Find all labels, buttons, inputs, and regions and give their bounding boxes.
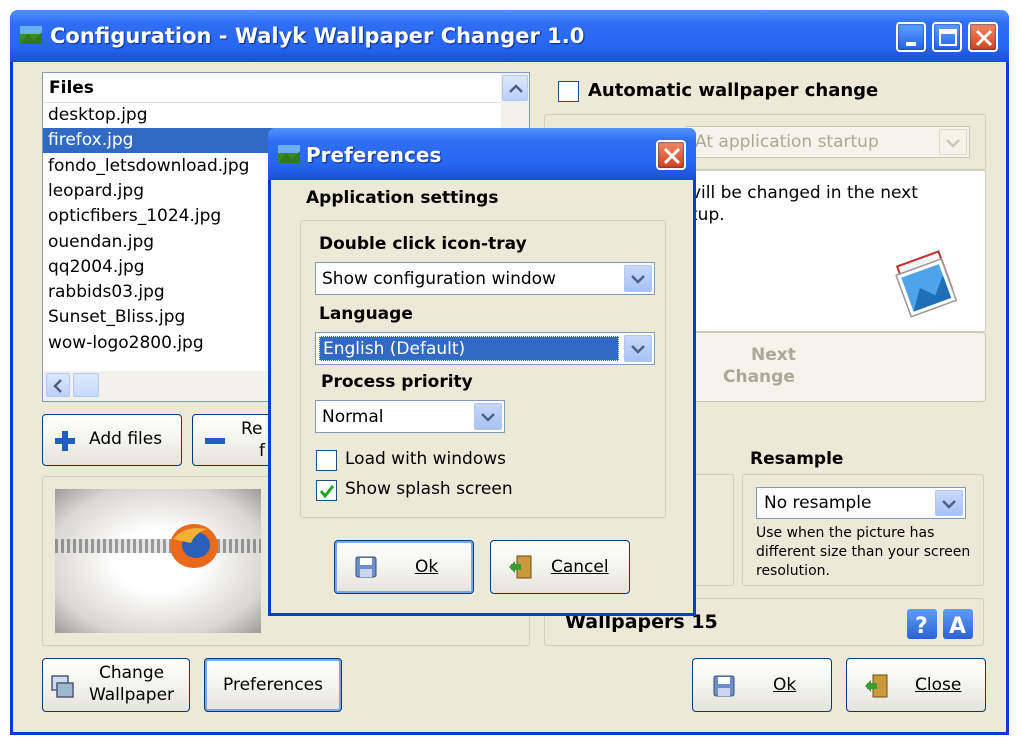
- about-icon: A: [949, 614, 966, 639]
- svg-text:A: A: [949, 614, 966, 639]
- dialog-title: Preferences: [306, 143, 442, 167]
- chevron-down-icon: [939, 129, 967, 155]
- ok-label: Ok: [773, 675, 797, 695]
- priority-label: Process priority: [321, 372, 473, 392]
- close-button[interactable]: Close: [846, 658, 986, 712]
- dialog-cancel-label: Cancel: [551, 557, 609, 577]
- help-icon: ?: [915, 614, 928, 639]
- chevron-left-icon: [53, 379, 62, 393]
- change-wallpaper-button[interactable]: Change Wallpaper: [42, 658, 190, 712]
- next-change-label-line1: Next: [751, 345, 796, 365]
- scroll-thumb[interactable]: [73, 373, 99, 397]
- dialog-ok-label: Ok: [415, 557, 439, 577]
- dialog-cancel-button[interactable]: Cancel: [490, 540, 630, 594]
- add-files-button[interactable]: Add files: [42, 414, 182, 466]
- close-window-button[interactable]: [968, 22, 998, 52]
- double-click-label: Double click icon-tray: [319, 234, 527, 254]
- app-icon: [278, 145, 300, 163]
- language-value: English (Default): [319, 336, 619, 361]
- show-splash-label: Show splash screen: [345, 479, 513, 499]
- change-wallpaper-label-line2: Wallpaper: [89, 685, 175, 705]
- language-label: Language: [319, 304, 413, 324]
- resample-header: Resample: [750, 449, 844, 469]
- svg-text:?: ?: [915, 614, 928, 639]
- chevron-down-icon: [624, 335, 652, 362]
- chevron-down-icon: [935, 490, 963, 516]
- file-list-item[interactable]: desktop.jpg: [43, 103, 503, 128]
- plus-icon: [55, 431, 75, 451]
- photos-icon: [895, 250, 958, 318]
- wallpaper-preview: [55, 489, 261, 633]
- preferences-title-bar[interactable]: Preferences: [268, 128, 696, 180]
- next-change-button[interactable]: Next Change: [686, 332, 986, 402]
- help-button[interactable]: ?: [907, 609, 937, 639]
- window-title: Configuration - Walyk Wallpaper Changer …: [50, 24, 585, 48]
- app-icon: [20, 26, 42, 44]
- door-icon: [865, 674, 888, 698]
- preferences-label: Preferences: [223, 675, 323, 695]
- maximize-icon: [939, 29, 957, 46]
- resample-group: No resample Use when the picture has dif…: [742, 474, 984, 586]
- main-title-bar[interactable]: Configuration - Walyk Wallpaper Changer …: [10, 10, 1009, 62]
- change-wallpaper-icon: [51, 675, 74, 698]
- files-header: Files: [43, 73, 501, 103]
- chevron-down-icon: [474, 403, 502, 430]
- minimize-button[interactable]: [896, 22, 926, 52]
- remove-files-label-line2: f: [259, 441, 265, 461]
- dialog-close-button[interactable]: [656, 140, 686, 170]
- remove-files-label-line1: Re: [241, 419, 263, 439]
- floppy-icon: [355, 556, 377, 578]
- double-click-value: Show configuration window: [322, 269, 556, 289]
- load-with-windows-label: Load with windows: [345, 449, 507, 469]
- close-icon: [663, 147, 681, 165]
- resample-help: Use when the picture has different size …: [756, 525, 971, 579]
- priority-value: Normal: [322, 407, 384, 427]
- chevron-down-icon: [624, 265, 652, 292]
- close-icon: [975, 29, 993, 47]
- ok-button[interactable]: Ok: [692, 658, 832, 712]
- load-with-windows-checkbox[interactable]: [316, 450, 337, 471]
- resample-select[interactable]: No resample: [756, 487, 966, 519]
- resample-value: No resample: [764, 493, 872, 513]
- priority-select[interactable]: Normal: [315, 400, 505, 433]
- section-title: Application settings: [306, 188, 499, 208]
- about-button[interactable]: A: [943, 609, 973, 639]
- chevron-up-icon: [509, 84, 523, 93]
- show-splash-checkbox[interactable]: [316, 480, 337, 501]
- auto-change-checkbox[interactable]: [558, 81, 579, 102]
- change-when-value: At application startup: [695, 132, 879, 152]
- scroll-up-button[interactable]: [502, 75, 528, 101]
- dialog-ok-button[interactable]: Ok: [334, 540, 474, 594]
- language-select[interactable]: English (Default): [315, 332, 655, 365]
- maximize-button[interactable]: [932, 22, 962, 52]
- double-click-select[interactable]: Show configuration window: [315, 262, 655, 295]
- change-info-line1: vill be changed in the next: [691, 183, 918, 203]
- minimize-icon: [906, 42, 916, 46]
- close-label: Close: [915, 675, 962, 695]
- door-icon: [509, 555, 532, 579]
- add-files-label: Add files: [89, 429, 163, 449]
- change-when-select[interactable]: At application startup: [686, 126, 970, 158]
- change-wallpaper-label-line1: Change: [99, 663, 165, 683]
- auto-change-label: Automatic wallpaper change: [588, 80, 879, 101]
- scroll-left-button[interactable]: [46, 373, 70, 397]
- firefox-logo: [170, 524, 218, 568]
- checkmark-icon: [319, 485, 335, 499]
- next-change-label-line2: Change: [723, 367, 795, 387]
- preferences-button[interactable]: Preferences: [204, 658, 342, 712]
- floppy-icon: [713, 675, 735, 697]
- minus-icon: [205, 438, 225, 444]
- change-info-line2: tup.: [691, 205, 725, 225]
